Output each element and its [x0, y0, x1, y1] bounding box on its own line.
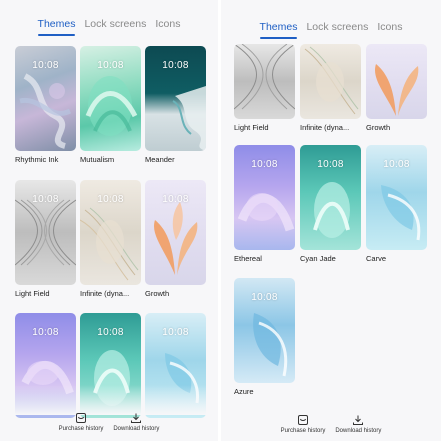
tab-lock-screens[interactable]: Lock screens [306, 21, 368, 37]
theme-name: Infinite (dyna... [80, 289, 130, 298]
tab-lock-screens[interactable]: Lock screens [84, 18, 146, 34]
theme-name: Light Field [15, 289, 50, 298]
download-history-button[interactable]: Download history [113, 412, 159, 432]
theme-thumbnail: 10:08 [366, 145, 427, 250]
tab-themes[interactable]: Themes [259, 21, 297, 39]
theme-thumbnail: 10:08 [80, 180, 141, 285]
theme-tile-growth[interactable]: 10:08 Growth [145, 180, 206, 298]
download-icon [353, 415, 364, 425]
theme-thumbnail [234, 44, 295, 119]
theme-thumbnail: 10:08 [145, 46, 206, 151]
theme-tile-light-field[interactable]: 10:08 Light Field [15, 180, 76, 298]
tab-icons[interactable]: Icons [377, 21, 402, 37]
tab-themes[interactable]: Themes [37, 18, 75, 36]
theme-tile-cyan-jade[interactable]: 10:08 Cyan Jade [300, 145, 361, 263]
clock-time: 10:08 [251, 292, 278, 303]
clock-time: 10:08 [162, 194, 189, 205]
theme-thumbnail [366, 44, 427, 119]
clock-time: 10:08 [32, 194, 59, 205]
theme-name: Meander [145, 155, 175, 164]
theme-tile-carve[interactable]: 10:08 Carve [366, 145, 427, 263]
scroll-fade [0, 385, 218, 415]
download-icon [131, 413, 142, 423]
purchase-history-icon [75, 413, 86, 423]
theme-name: Carve [366, 254, 387, 263]
theme-thumbnail [300, 44, 361, 119]
wallpaper-art [234, 44, 295, 110]
theme-thumbnail: 10:08 [234, 278, 295, 383]
download-history-label: Download history [335, 428, 382, 434]
theme-thumbnail: 10:08 [234, 145, 295, 250]
download-history-label: Download history [113, 426, 160, 432]
theme-tile-light-field[interactable]: Light Field [234, 44, 295, 132]
purchase-history-label: Purchase history [280, 428, 326, 434]
wallpaper-art [375, 64, 419, 116]
bottom-bar: Purchase history Download history [221, 414, 441, 434]
theme-tile-rhythmic-ink[interactable]: 10:08 Rhythmic Ink [15, 46, 76, 164]
theme-tile-infinite[interactable]: Infinite (dyna... [300, 44, 361, 132]
purchase-history-button[interactable]: Purchase history [280, 414, 326, 434]
clock-time: 10:08 [317, 159, 344, 170]
theme-tile-mutualism[interactable]: 10:08 Mutualism [80, 46, 141, 164]
theme-tile-azure[interactable]: 10:08 Azure [234, 278, 295, 396]
themes-screen-right: Themes Lock screens Icons Light Field In… [221, 0, 441, 441]
theme-thumbnail: 10:08 [300, 145, 361, 250]
clock-time: 10:08 [32, 60, 59, 71]
tab-bar: Themes Lock screens Icons [221, 21, 441, 39]
theme-tile-infinite[interactable]: 10:08 Infinite (dyna... [80, 180, 141, 298]
theme-name: Infinite (dyna... [300, 123, 350, 132]
purchase-history-label: Purchase history [58, 426, 104, 432]
wallpaper-art [304, 46, 359, 115]
tab-bar: Themes Lock screens Icons [0, 18, 218, 36]
clock-time: 10:08 [383, 159, 410, 170]
clock-time: 10:08 [97, 327, 124, 338]
clock-time: 10:08 [97, 60, 124, 71]
theme-name: Azure [234, 387, 254, 396]
purchase-history-icon [297, 415, 308, 425]
download-history-button[interactable]: Download history [335, 414, 381, 434]
theme-tile-growth[interactable]: Growth [366, 44, 427, 132]
theme-thumbnail: 10:08 [80, 46, 141, 151]
clock-time: 10:08 [162, 60, 189, 71]
bottom-bar: Purchase history Download history [0, 412, 218, 432]
theme-name: Mutualism [80, 155, 115, 164]
theme-tile-ethereal[interactable]: 10:08 Ethereal [234, 145, 295, 263]
theme-thumbnail: 10:08 [15, 46, 76, 151]
theme-name: Rhythmic Ink [15, 155, 59, 164]
clock-time: 10:08 [97, 194, 124, 205]
theme-name: Cyan Jade [300, 254, 336, 263]
theme-thumbnail: 10:08 [15, 180, 76, 285]
theme-name: Growth [366, 123, 391, 132]
themes-screen-left: Themes Lock screens Icons 10:08 Rhythmic… [0, 0, 218, 441]
clock-time: 10:08 [32, 327, 59, 338]
clock-time: 10:08 [162, 327, 189, 338]
theme-name: Ethereal [234, 254, 262, 263]
theme-name: Growth [145, 289, 170, 298]
purchase-history-button[interactable]: Purchase history [58, 412, 104, 432]
theme-thumbnail: 10:08 [145, 180, 206, 285]
clock-time: 10:08 [251, 159, 278, 170]
theme-tile-meander[interactable]: 10:08 Meander [145, 46, 206, 164]
tab-icons[interactable]: Icons [155, 18, 180, 34]
theme-name: Light Field [234, 123, 269, 132]
